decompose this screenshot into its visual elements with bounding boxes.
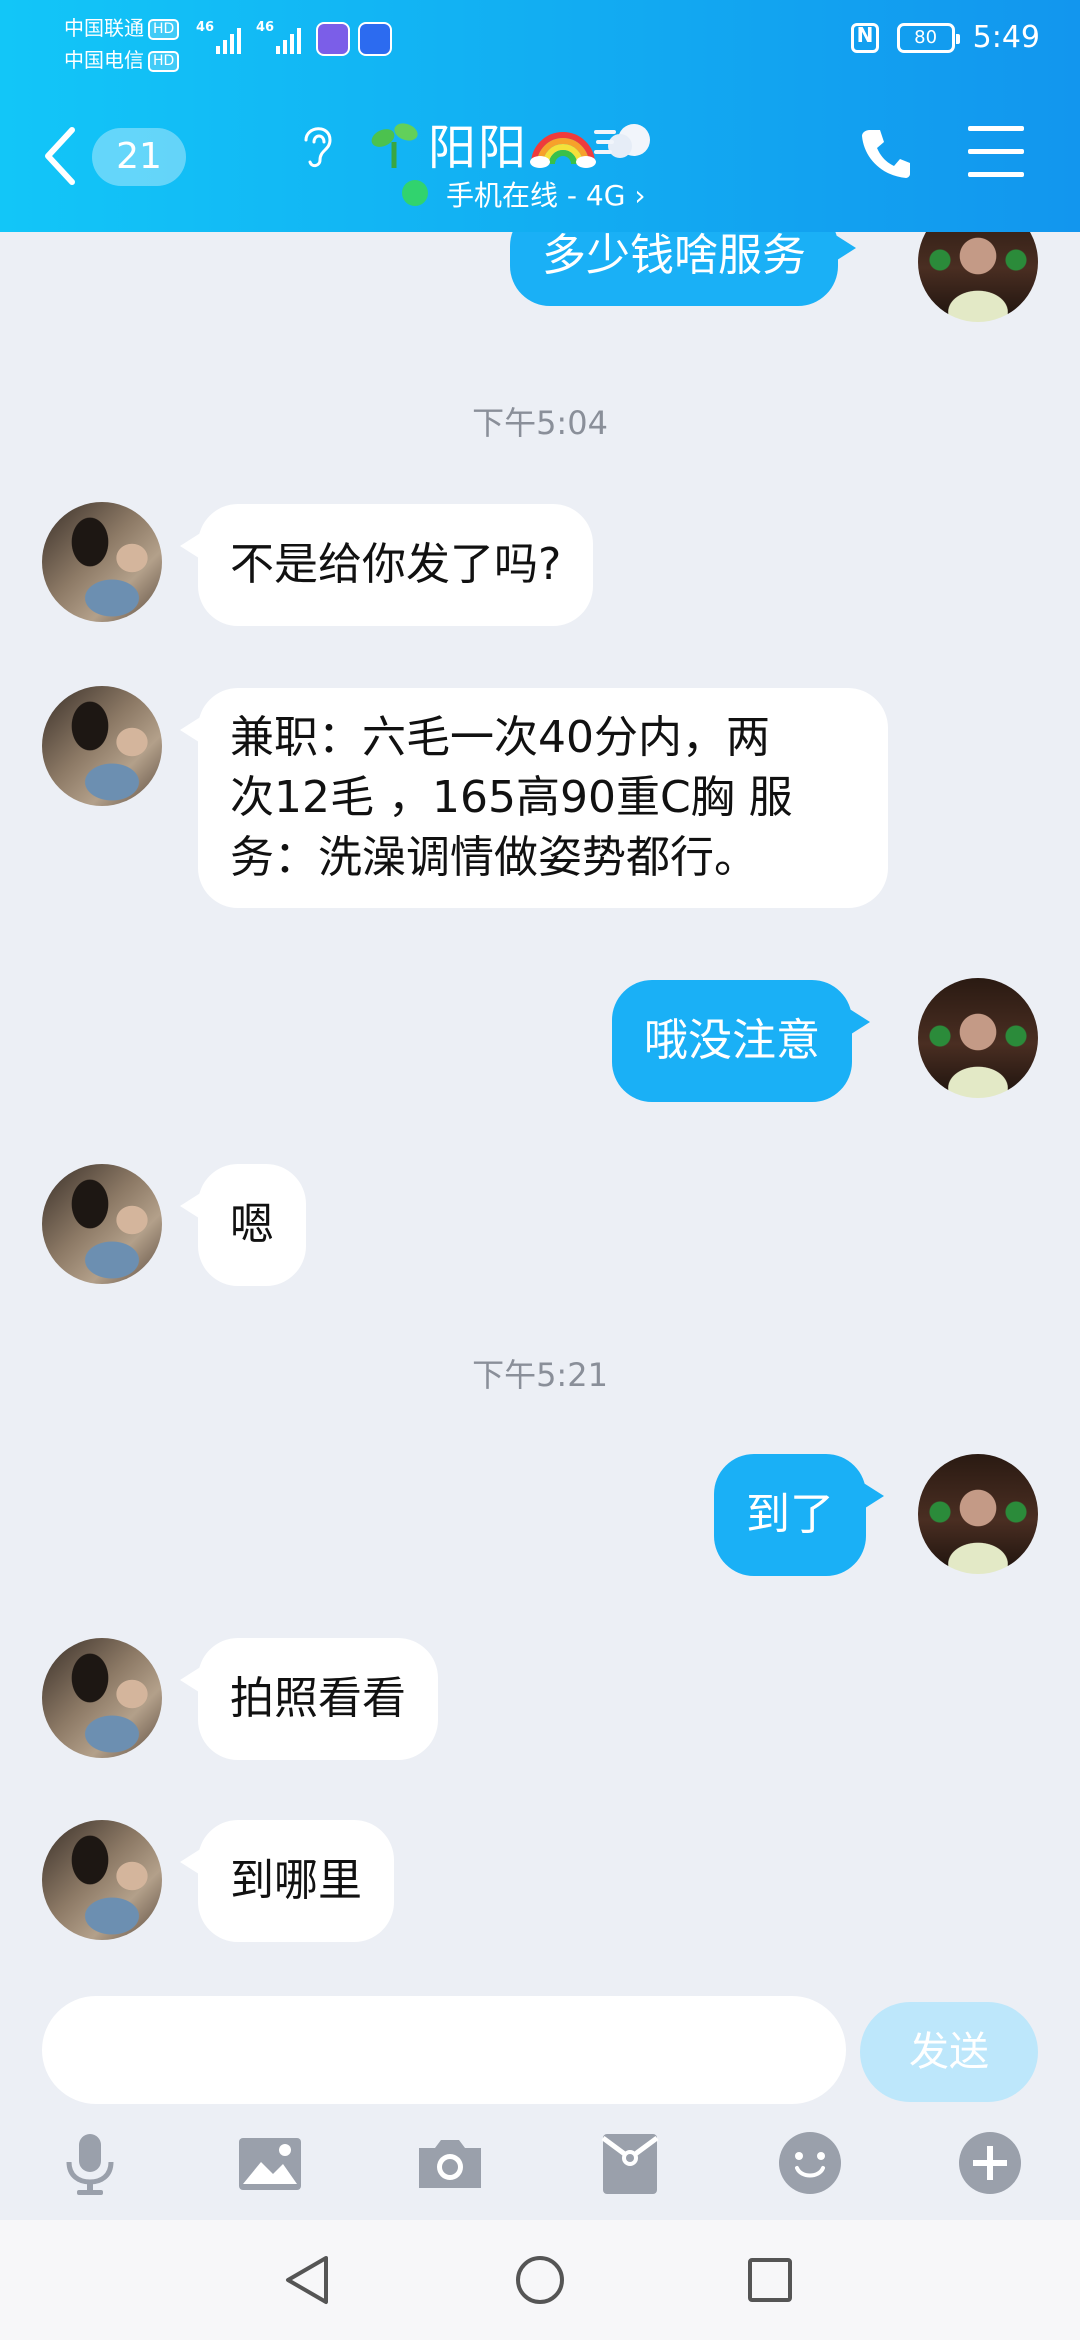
carrier-1-label: 中国联通 — [64, 16, 144, 40]
phone-call-icon[interactable] — [860, 126, 912, 180]
carrier-2-label: 中国电信 — [64, 48, 144, 72]
message-input[interactable] — [42, 1996, 846, 2104]
online-status-dot — [402, 180, 428, 206]
carrier-1: 中国联通 HD — [64, 12, 180, 41]
message-text: 到哪里 — [230, 1855, 362, 1906]
menu-icon[interactable] — [968, 126, 1024, 178]
red-packet-icon[interactable] — [595, 2128, 665, 2198]
dash-cloud-emoji-icon — [594, 124, 650, 158]
message-bubble-outgoing[interactable]: 哦没注意 — [612, 980, 870, 1102]
carrier-2: 中国电信 HD — [64, 44, 180, 73]
nav-recents-icon[interactable] — [740, 2250, 800, 2310]
message-bubble-incoming[interactable]: 到哪里 — [180, 1820, 394, 1942]
sprout-emoji-icon — [371, 123, 418, 168]
message-text: 拍照看看 — [230, 1673, 406, 1724]
clock: 5:49 — [972, 20, 1040, 55]
message-text: 多少钱啥服务 — [542, 230, 806, 281]
status-chevron-icon: › — [634, 179, 646, 212]
message-text: 到了 — [746, 1489, 834, 1540]
contact-avatar[interactable] — [42, 502, 162, 622]
rainbow-emoji-icon — [530, 132, 596, 168]
my-avatar[interactable] — [918, 978, 1038, 1098]
contact-avatar[interactable] — [42, 1820, 162, 1940]
nav-back-icon[interactable] — [278, 2250, 338, 2310]
input-bar: 发送 — [0, 1980, 1080, 2220]
nav-home-icon[interactable] — [510, 2250, 570, 2310]
message-bubble-incoming[interactable]: 嗯 — [180, 1164, 306, 1286]
back-chevron-icon[interactable] — [40, 120, 80, 192]
bulb-app-icon — [358, 22, 392, 56]
message-text-line: 兼职：六毛一次40分内，两 — [230, 712, 770, 763]
message-bubble-incoming[interactable]: 拍照看看 — [180, 1638, 438, 1760]
chat-header: 中国联通HD 中国电信HD 46 46 80 5:49 21 阳阳 — [0, 0, 1080, 232]
network-1-label: 46 — [196, 20, 215, 35]
signal-1-icon: 46 — [196, 20, 246, 54]
signal-2-icon: 46 — [256, 20, 306, 54]
plus-icon[interactable] — [955, 2128, 1025, 2198]
contact-avatar[interactable] — [42, 686, 162, 806]
camera-icon[interactable] — [415, 2128, 485, 2198]
timestamp-divider: 下午5:04 — [472, 404, 608, 442]
my-avatar[interactable] — [918, 1454, 1038, 1574]
contact-name[interactable]: 阳阳 — [428, 108, 528, 178]
message-bubble-incoming[interactable]: 不是给你发了吗? — [179, 504, 594, 626]
timestamp-divider: 下午5:21 — [472, 1356, 608, 1394]
microphone-icon[interactable] — [55, 2128, 125, 2198]
message-text-line: 务：洗澡调情做姿势都行。 — [230, 832, 758, 883]
system-nav-bar — [0, 2220, 1080, 2340]
network-2-label: 46 — [256, 20, 275, 35]
contact-avatar[interactable] — [42, 1638, 162, 1758]
battery-level: 80 — [914, 26, 938, 48]
send-button[interactable]: 发送 — [860, 2002, 1038, 2102]
unread-count-badge[interactable]: 21 — [92, 128, 186, 186]
message-text: 哦没注意 — [644, 1015, 820, 1066]
contact-avatar[interactable] — [42, 1164, 162, 1284]
nfc-icon — [850, 22, 879, 53]
message-text: 不是给你发了吗? — [230, 539, 562, 590]
edu-app-icon — [316, 22, 350, 56]
image-icon[interactable] — [235, 2128, 305, 2198]
message-list[interactable]: 多少钱啥服务 下午5:04 不是给你发了吗? 兼职：六毛一次40分内，两 次12… — [0, 202, 1080, 1980]
message-text-line: 次12毛 ，165高90重C胸 服 — [230, 772, 793, 823]
hd-badge: HD — [148, 19, 180, 40]
hd-badge: HD — [148, 51, 180, 72]
emoji-icon[interactable] — [775, 2128, 845, 2198]
battery-icon: 80 — [896, 22, 960, 53]
message-bubble-incoming[interactable]: 兼职：六毛一次40分内，两 次12毛 ，165高90重C胸 服 务：洗澡调情做姿… — [180, 688, 888, 908]
ear-icon[interactable] — [298, 120, 338, 170]
message-bubble-outgoing[interactable]: 到了 — [714, 1454, 884, 1576]
message-text: 嗯 — [230, 1199, 274, 1250]
online-status[interactable]: 手机在线 - 4G › — [446, 174, 646, 214]
online-status-text: 手机在线 - 4G — [446, 179, 626, 212]
